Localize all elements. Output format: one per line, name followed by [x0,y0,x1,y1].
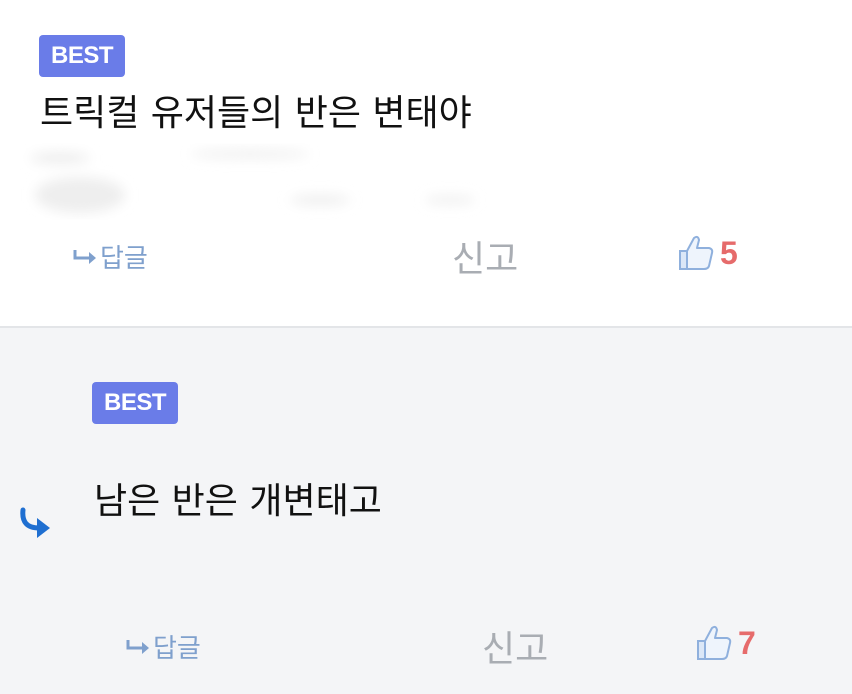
like-count: 5 [720,234,738,271]
best-badge: BEST [39,35,126,77]
report-button[interactable]: 신고 [482,620,548,672]
reply-label: 답글 [153,634,201,664]
comment-text: 트릭컬 유저들의 반은 변태야 [40,93,472,134]
nested-reply-arrow-icon [20,507,50,538]
faded-image [30,150,475,213]
reply-arrow-icon [73,249,96,264]
reply-label: 답글 [100,244,148,274]
comment-text: 남은 반은 개변태고 [94,481,382,522]
like-button[interactable]: 7 [696,624,756,662]
like-count: 7 [738,624,756,661]
comment-item: BEST 트릭컬 유저들의 반은 변태야 답글 신고 5 [0,0,852,326]
like-button[interactable]: 5 [678,234,738,272]
thumbs-up-icon [697,625,732,660]
comment-item-nested: BEST 남은 반은 개변태고 답글 신고 7 [0,328,852,694]
best-badge: BEST [92,382,179,424]
thumbs-up-icon [679,235,714,270]
reply-arrow-icon [126,639,149,654]
reply-button[interactable]: 답글 [125,628,201,665]
reply-button[interactable]: 답글 [72,238,148,275]
report-button[interactable]: 신고 [452,230,518,282]
